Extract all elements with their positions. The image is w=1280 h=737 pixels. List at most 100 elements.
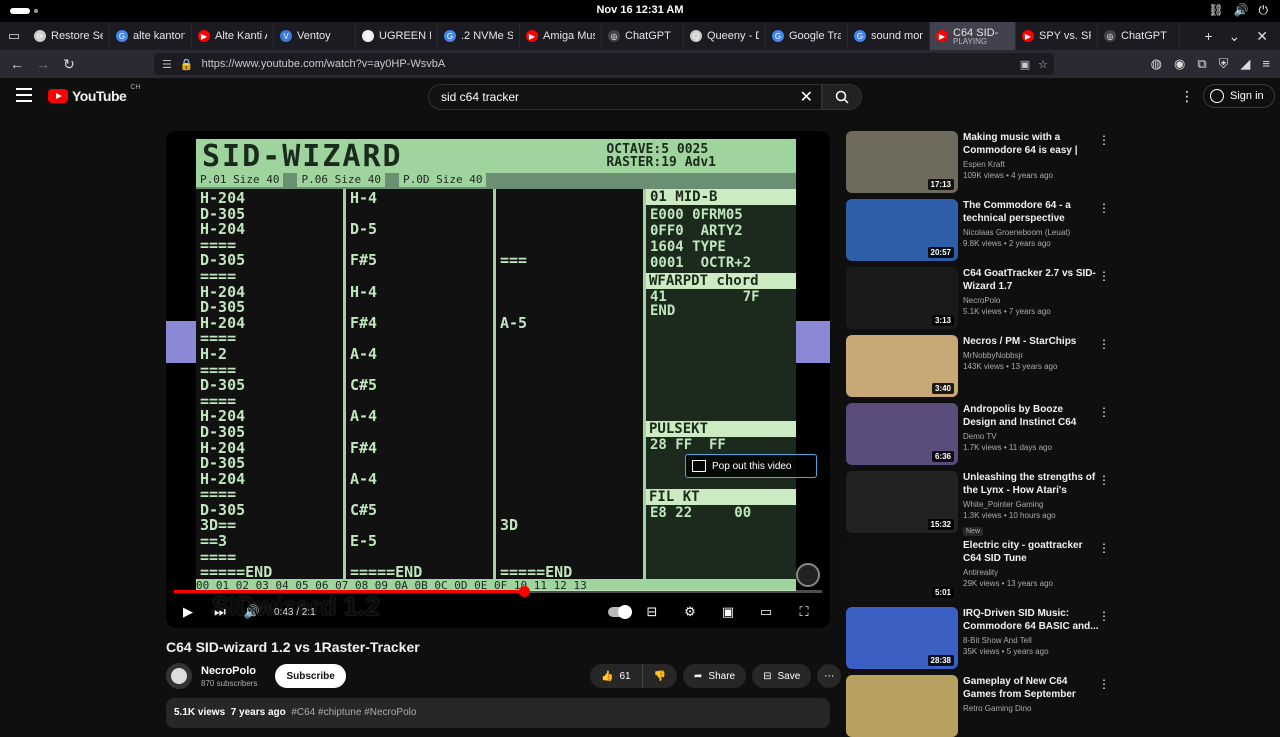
description-box[interactable]: 5.1K views 7 years ago #C64 #chiptune #N… (166, 698, 830, 728)
recommendation-item[interactable]: Gameplay of New C64 Games from September… (846, 675, 1116, 737)
search-button[interactable] (822, 84, 862, 110)
browser-tab[interactable]: V Ventoy (274, 22, 356, 50)
url-bar[interactable]: ☰ 🔒 https://www.youtube.com/watch?v=ay0H… (154, 53, 1054, 75)
extensions-icon[interactable]: ⧉ (1197, 56, 1206, 72)
hashtags[interactable]: #C64 #chiptune #NecroPolo (291, 707, 416, 718)
recommendation-thumbnail[interactable]: 17:13 (846, 131, 958, 193)
video-player[interactable]: SID-WIZARD OCTAVE:5 0025 RASTER:19 Adv1 … (166, 131, 830, 628)
account-icon[interactable]: ◉ (1174, 56, 1185, 72)
more-options-icon[interactable]: ⋮ (1098, 677, 1110, 691)
more-options-icon[interactable]: ⋮ (1098, 337, 1110, 351)
new-tab-icon[interactable]: + (1204, 28, 1212, 45)
more-options-icon[interactable]: ⋮ (1098, 609, 1110, 623)
recommendation-title[interactable]: The Commodore 64 - a technical perspecti… (963, 199, 1099, 225)
browser-tab[interactable]: Q Queeny - De (684, 22, 766, 50)
play-icon[interactable]: ▶ (172, 604, 204, 620)
channel-name[interactable]: NecroPolo (201, 665, 257, 677)
forward-icon[interactable]: → (30, 56, 56, 72)
ublock-icon[interactable]: ⛨ (1219, 56, 1229, 72)
browser-tab[interactable]: ▶ SPY vs. SPY (1016, 22, 1098, 50)
recommendation-title[interactable]: Gameplay of New C64 Games from September… (963, 675, 1099, 701)
pop-out-video-button[interactable]: Pop out this video (685, 454, 817, 478)
recommendation-item[interactable]: 15:32 Unleashing the strengths of the Lyn… (846, 471, 1116, 536)
browser-tab[interactable]: G Google Tran (766, 22, 848, 50)
menu-icon[interactable]: ≡ (1262, 56, 1270, 72)
browser-tab[interactable]: ⟳ Restore Sess (28, 22, 110, 50)
scrubber-handle[interactable] (518, 586, 530, 597)
more-options-icon[interactable]: ⋮ (1098, 269, 1110, 283)
recommendation-thumbnail[interactable] (846, 675, 958, 737)
share-button[interactable]: ➦ Share (683, 664, 747, 688)
save-button[interactable]: ⊟ Save (752, 664, 812, 688)
recommendation-title[interactable]: C64 GoatTracker 2.7 vs SID-Wizard 1.7 (963, 267, 1099, 293)
recommendation-thumbnail[interactable]: 5:01 (846, 539, 958, 601)
recommendation-thumbnail[interactable]: 15:32 (846, 471, 958, 533)
miniplayer-icon[interactable]: ▣ (712, 604, 744, 620)
recommendation-item[interactable]: 20:57 The Commodore 64 - a technical pers… (846, 199, 1116, 261)
recommendation-thumbnail[interactable]: 3:40 (846, 335, 958, 397)
recommendation-title[interactable]: IRQ-Driven SID Music: Commodore 64 BASIC… (963, 607, 1099, 633)
recommendation-item[interactable]: 6:36 Andropolis by Booze Design and Insti… (846, 403, 1116, 465)
browser-tab[interactable]: Gsound moni (848, 22, 930, 50)
recommendation-thumbnail[interactable]: 28:38 (846, 607, 958, 669)
site-info-icon[interactable]: ☰ (162, 58, 172, 71)
recommendation-title[interactable]: Andropolis by Booze Design and Instinct … (963, 403, 1099, 429)
recommendation-title[interactable]: Electric city - goattracker C64 SID Tune (963, 539, 1099, 565)
browser-tab[interactable]: ◎ ChatGPT (602, 22, 684, 50)
progress-bar[interactable] (174, 586, 822, 597)
picture-in-picture-icon[interactable]: ▣ (1020, 58, 1030, 71)
more-options-icon[interactable]: ⋮ (1098, 473, 1110, 487)
recommendation-title[interactable]: Making music with a Commodore 64 is easy… (963, 131, 1099, 157)
os-clock[interactable]: Nov 16 12:31 AM (0, 4, 1280, 16)
reload-icon[interactable]: ↻ (56, 56, 82, 73)
settings-kebab-icon[interactable]: ⋮ (1180, 88, 1194, 105)
browser-tab[interactable]: ▶ C64 SID- PLAYING (930, 22, 1016, 50)
sign-in-button[interactable]: Sign in (1203, 84, 1275, 108)
recommendation-item[interactable]: 3:40 Necros / PM - StarChips MrNobbyNobbsj… (846, 335, 1116, 397)
recommendation-thumbnail[interactable]: 20:57 (846, 199, 958, 261)
theater-mode-icon[interactable]: ▭ (750, 604, 782, 620)
url-text[interactable]: https://www.youtube.com/watch?v=ay0HP-Ws… (202, 58, 446, 70)
extension-icon[interactable]: ◢ (1240, 56, 1250, 72)
volume-icon[interactable]: 🔊 (236, 604, 268, 620)
close-window-icon[interactable]: ✕ (1256, 28, 1268, 45)
autoplay-toggle[interactable] (608, 605, 632, 619)
tab-list-chevron-icon[interactable]: ⌄ (1229, 28, 1241, 45)
bookmark-star-icon[interactable]: ☆ (1038, 58, 1048, 71)
browser-tab[interactable]: ▶ Amiga Musi (520, 22, 602, 50)
channel-watermark-icon[interactable] (796, 563, 820, 587)
next-icon[interactable]: ⏭ (204, 604, 236, 620)
tab-overview-icon[interactable]: ▭ (0, 28, 28, 44)
recommendation-item[interactable]: 28:38 IRQ-Driven SID Music: Commodore 64 … (846, 607, 1116, 669)
recommendation-item[interactable]: 17:13 Making music with a Commodore 64 is… (846, 131, 1116, 193)
more-options-icon[interactable]: ⋮ (1098, 133, 1110, 147)
recommendation-thumbnail[interactable]: 3:13 (846, 267, 958, 329)
browser-tab[interactable]: a UGREEN M. (356, 22, 438, 50)
channel-avatar[interactable] (166, 663, 192, 689)
recommendation-title[interactable]: Unleashing the strengths of the Lynx - H… (963, 471, 1099, 497)
recommendation-item[interactable]: 5:01 Electric city - goattracker C64 SID … (846, 539, 1116, 601)
subtitles-icon[interactable]: ⊟ (636, 604, 668, 620)
youtube-logo[interactable]: YouTube CH (48, 84, 140, 104)
dislike-button[interactable]: 👎 (643, 671, 677, 682)
more-options-icon[interactable]: ⋮ (1098, 541, 1110, 555)
subscribe-button[interactable]: Subscribe (275, 664, 346, 688)
more-options-icon[interactable]: ⋮ (1098, 405, 1110, 419)
browser-tab[interactable]: ▶ Alte Kanti Aa (192, 22, 274, 50)
settings-gear-icon[interactable]: ⚙ (674, 604, 706, 620)
search-input[interactable]: sid c64 tracker ✕ (428, 84, 822, 110)
recommendation-item[interactable]: 3:13 C64 GoatTracker 2.7 vs SID-Wizard 1.… (846, 267, 1116, 329)
back-icon[interactable]: ← (4, 56, 30, 72)
more-actions-button[interactable]: ⋯ (817, 664, 842, 688)
recommendation-title[interactable]: Necros / PM - StarChips (963, 335, 1099, 348)
clear-search-icon[interactable]: ✕ (800, 87, 813, 107)
browser-tab[interactable]: G .2 NVMe SA (438, 22, 520, 50)
recommendation-thumbnail[interactable]: 6:36 (846, 403, 958, 465)
browser-tab[interactable]: ◎ ChatGPT (1098, 22, 1180, 50)
more-options-icon[interactable]: ⋮ (1098, 201, 1110, 215)
browser-tab[interactable]: Galte kantons (110, 22, 192, 50)
pocket-icon[interactable]: ◍ (1151, 56, 1162, 72)
like-button[interactable]: 👍 61 (590, 664, 643, 688)
guide-menu-icon[interactable] (16, 88, 32, 102)
fullscreen-icon[interactable]: ⛶ (788, 604, 820, 620)
